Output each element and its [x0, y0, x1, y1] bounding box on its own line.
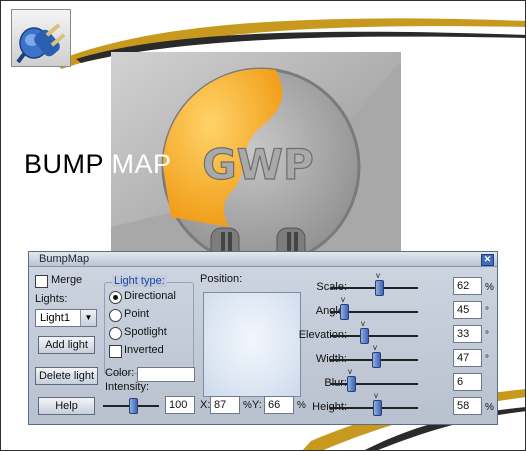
add-light-button[interactable]: Add light — [38, 336, 95, 354]
position-pad[interactable] — [203, 292, 301, 397]
width-unit: ° — [485, 354, 489, 365]
dialog-body: Merge Lights: Light1 ▼ Add light Delete … — [29, 267, 497, 424]
position-label: Position: — [200, 273, 243, 285]
dialog-titlebar[interactable]: BumpMap ✕ — [29, 252, 497, 267]
elevation-unit: ° — [485, 330, 489, 341]
height-unit: % — [485, 402, 494, 413]
lights-select[interactable]: Light1 ▼ — [35, 309, 97, 327]
radio-spotlight-label: Spotlight — [124, 326, 167, 338]
y-input[interactable]: 66 — [264, 396, 294, 414]
radio-directional[interactable] — [109, 291, 122, 304]
scale-slider-track[interactable] — [330, 287, 418, 289]
bumpmap-dialog: BumpMap ✕ Merge Lights: Light1 ▼ Add lig… — [28, 251, 498, 425]
banner-title: BUMP MAP — [24, 149, 172, 180]
inverted-label: Inverted — [124, 344, 164, 356]
blur-slider-track[interactable] — [330, 383, 418, 385]
elevation-slider-thumb[interactable] — [360, 328, 369, 344]
logo-text: GWP — [202, 140, 314, 189]
y-label: Y: — [252, 399, 262, 411]
blur-slider-tick: v — [348, 367, 352, 376]
radio-point[interactable] — [109, 309, 122, 322]
elevation-input[interactable]: 33 — [453, 325, 482, 343]
scale-slider-thumb[interactable] — [375, 280, 384, 296]
intensity-slider-thumb[interactable] — [129, 398, 138, 414]
width-input[interactable]: 47 — [453, 349, 482, 367]
color-label: Color: — [105, 367, 135, 379]
help-button[interactable]: Help — [38, 397, 95, 415]
height-slider-thumb[interactable] — [373, 400, 382, 416]
radio-spotlight[interactable] — [109, 327, 122, 340]
plugin-icon — [11, 9, 71, 67]
merge-checkbox[interactable] — [35, 275, 48, 288]
close-button[interactable]: ✕ — [481, 254, 494, 266]
delete-light-button[interactable]: Delete light — [35, 367, 98, 385]
blur-input[interactable]: 6 — [453, 373, 482, 391]
lights-select-value: Light1 — [40, 312, 70, 324]
height-input[interactable]: 58 — [453, 397, 482, 415]
radio-point-label: Point — [124, 308, 150, 320]
blur-slider-thumb[interactable] — [347, 376, 356, 392]
elevation-slider-track[interactable] — [330, 335, 418, 337]
width-slider-tick: v — [373, 343, 377, 352]
inverted-checkbox[interactable] — [109, 345, 122, 358]
angle-slider-tick: v — [341, 295, 345, 304]
x-label: X: — [200, 399, 211, 411]
intensity-input[interactable]: 100 — [165, 396, 195, 414]
elevation-slider-tick: v — [361, 319, 365, 328]
scale-slider-tick: v — [376, 271, 380, 280]
lights-label: Lights: — [35, 293, 68, 305]
light-type-label: Light type: — [112, 275, 167, 287]
scale-input[interactable]: 62 — [453, 277, 482, 295]
radio-directional-label: Directional — [124, 290, 176, 302]
y-unit: % — [297, 400, 306, 411]
merge-label: Merge — [51, 274, 83, 286]
intensity-label: Intensity: — [105, 381, 150, 393]
scale-unit: % — [485, 282, 494, 293]
x-unit: % — [243, 400, 252, 411]
angle-slider-thumb[interactable] — [340, 304, 349, 320]
banner-title-word-1: BUMP — [24, 149, 112, 179]
x-input[interactable]: 87 — [210, 396, 240, 414]
height-slider-tick: v — [374, 391, 378, 400]
dialog-title: BumpMap — [39, 253, 90, 265]
chevron-down-icon[interactable]: ▼ — [80, 310, 96, 326]
page-frame: GWP BUMP MAP BumpMap ✕ Merge Lights: Lig… — [0, 0, 526, 451]
angle-unit: ° — [485, 306, 489, 317]
width-slider-thumb[interactable] — [372, 352, 381, 368]
angle-input[interactable]: 45 — [453, 301, 482, 319]
banner-title-word-2: MAP — [111, 149, 172, 179]
color-swatch[interactable] — [137, 367, 195, 382]
